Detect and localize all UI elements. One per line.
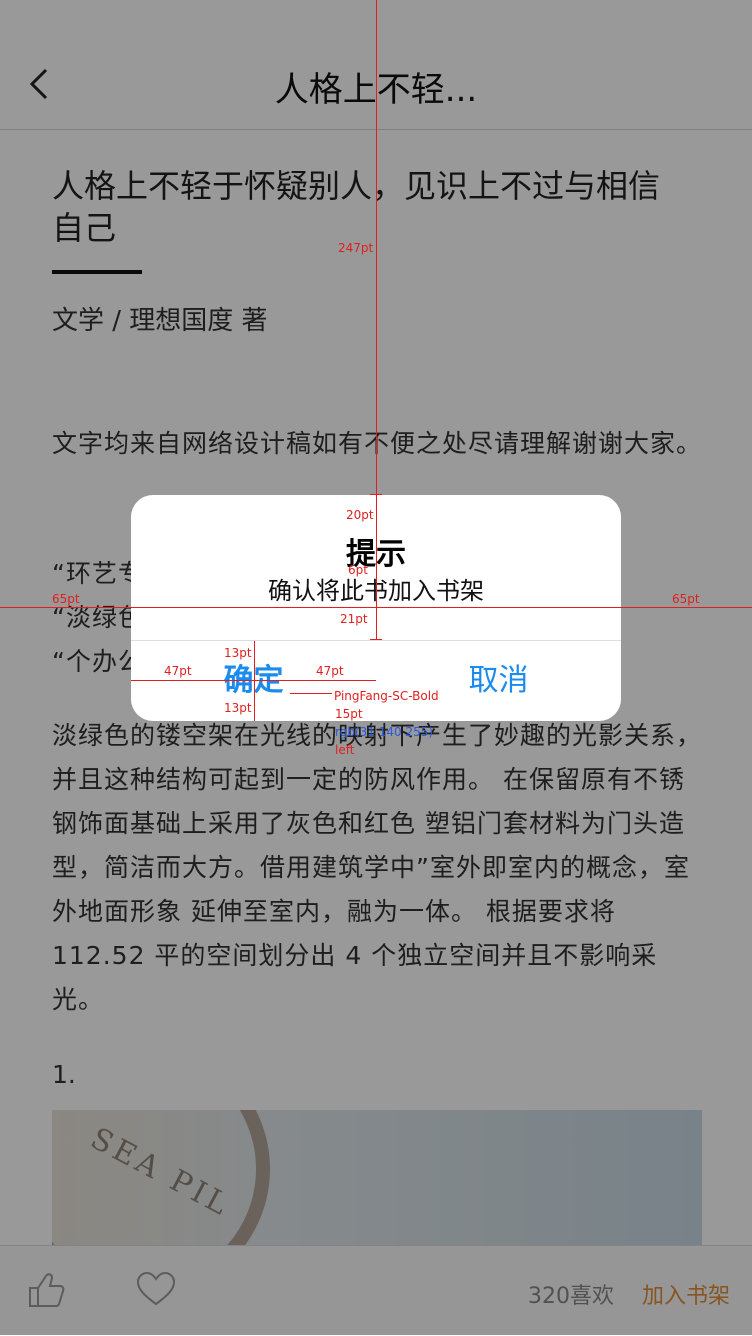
cancel-button[interactable]: 取消 [376,641,621,721]
annotation-13-top: 13pt [224,646,252,660]
annotation-247: 247pt [338,241,374,255]
annotation-65-left: 65pt [52,592,80,606]
annotation-6: 6pt [348,563,368,577]
annotation-align: left [335,743,355,757]
annotation-47-left: 47pt [164,664,192,678]
annotation-hline-middle [0,607,752,608]
annotation-15: 15pt [335,707,363,721]
annotation-13-bottom: 13pt [224,701,252,715]
annotation-font: PingFang-SC-Bold [334,689,439,703]
annotation-color-spec: rgb(31 140 255) [335,725,434,739]
annotation-65-right: 65pt [672,592,700,606]
annotation-47-right: 47pt [316,664,344,678]
annotation-vline-center [376,0,377,640]
annotation-vtick-b [370,639,382,640]
annotation-vtick-a [370,494,382,495]
annotation-hline-btn [131,680,376,681]
annotation-vline-left-btn [254,641,255,721]
annotation-20: 20pt [346,508,374,522]
annotation-font-leader [290,693,332,694]
annotation-21: 21pt [340,612,368,626]
